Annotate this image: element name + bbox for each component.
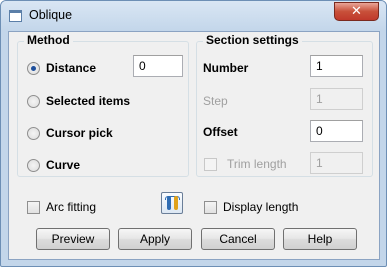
trim-length-input: 1 (310, 152, 363, 174)
help-button[interactable]: Help (283, 228, 357, 250)
offset-input[interactable]: 0 (310, 120, 363, 142)
trim-length-checkbox-box (204, 157, 217, 171)
apply-button[interactable]: Apply (118, 228, 192, 250)
radio-cursor-pick-indicator[interactable] (27, 126, 40, 140)
radio-cursor-pick[interactable]: Cursor pick (27, 125, 113, 141)
distance-input[interactable]: 0 (133, 55, 183, 77)
display-length-checkbox-box[interactable] (204, 200, 217, 214)
number-label: Number (203, 61, 249, 75)
close-button[interactable]: ✕ (334, 2, 379, 21)
preview-button[interactable]: Preview (36, 228, 110, 250)
offset-label: Offset (203, 125, 238, 139)
window-icon (9, 10, 22, 22)
radio-selected-items-indicator[interactable] (27, 94, 40, 108)
oblique-dialog: Oblique ✕ Method Distance 0 Selected ite… (0, 0, 387, 267)
number-input[interactable]: 1 (310, 55, 363, 77)
radio-selected-items-label: Selected items (46, 94, 131, 108)
display-length-checkbox[interactable]: Display length (204, 200, 298, 214)
radio-selected-items[interactable]: Selected items (27, 93, 130, 109)
radio-cursor-pick-label: Cursor pick (46, 126, 113, 140)
radio-distance-label: Distance (46, 61, 97, 75)
cancel-button[interactable]: Cancel (201, 228, 275, 250)
title-bar[interactable]: Oblique ✕ (1, 1, 386, 31)
dialog-body: Method Distance 0 Selected items Cursor … (8, 31, 380, 260)
arc-fitting-label: Arc fitting (46, 200, 97, 214)
radio-curve-label: Curve (46, 158, 81, 172)
display-length-label: Display length (223, 200, 299, 214)
step-input: 1 (310, 88, 363, 110)
method-legend: Method (24, 33, 73, 47)
window-title: Oblique (29, 8, 73, 22)
arc-fitting-checkbox[interactable]: Arc fitting (27, 200, 96, 214)
tool-settings-icon[interactable] (161, 192, 183, 214)
section-settings-legend: Section settings (203, 33, 302, 47)
step-label: Step (203, 94, 228, 108)
trim-length-label: Trim length (227, 157, 287, 171)
radio-curve[interactable]: Curve (27, 157, 80, 173)
arc-fitting-checkbox-box[interactable] (27, 200, 40, 214)
trim-length-checkbox: Trim length (204, 157, 287, 171)
radio-distance[interactable]: Distance (27, 60, 96, 76)
radio-curve-indicator[interactable] (27, 158, 40, 172)
radio-distance-indicator[interactable] (27, 61, 40, 75)
